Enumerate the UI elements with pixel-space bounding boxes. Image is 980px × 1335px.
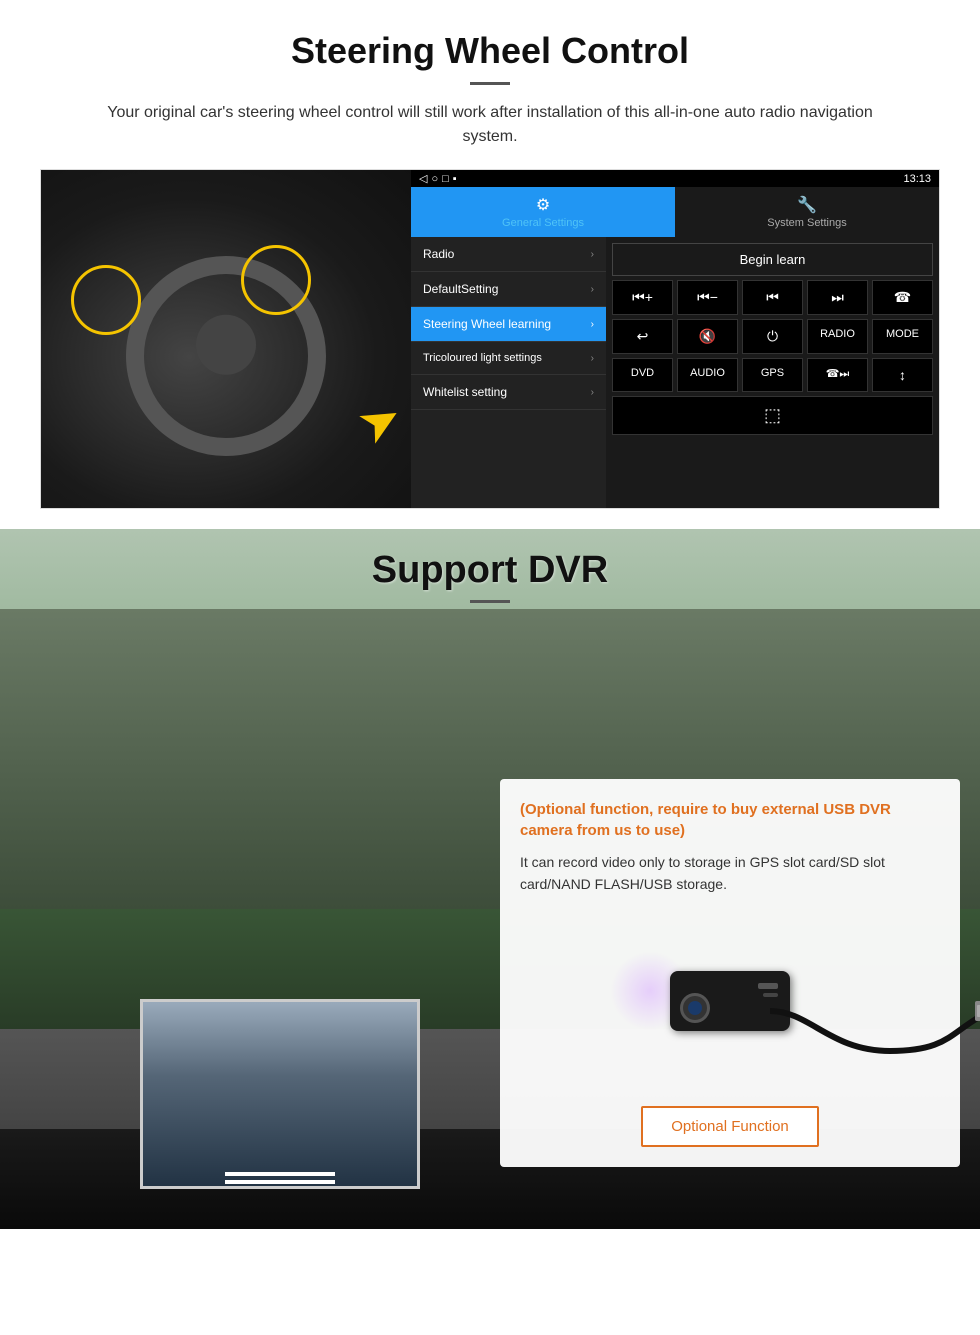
small-photo-inner xyxy=(143,1002,417,1186)
arrow-icon: › xyxy=(591,353,594,364)
menu-item-steering-learning[interactable]: Steering Wheel learning › xyxy=(411,307,606,342)
control-row-4: ⬚ xyxy=(612,396,933,435)
optional-function-container: Optional Function xyxy=(520,1106,940,1147)
control-row-3: DVD AUDIO GPS ☎⏭ ↕ xyxy=(612,358,933,392)
android-content: Radio › DefaultSetting › Steering Wheel … xyxy=(411,237,939,508)
gps-button[interactable]: GPS xyxy=(742,358,803,392)
mute-button[interactable]: 🔇 xyxy=(677,319,738,354)
back-icon: ◁ xyxy=(419,172,427,185)
camera-lens xyxy=(680,993,710,1023)
arrow-icon: › xyxy=(591,249,594,260)
dvr-background: Support DVR (Optional function, require … xyxy=(0,529,980,1229)
annotation-right xyxy=(241,245,311,315)
menu-item-defaultsetting[interactable]: DefaultSetting › xyxy=(411,272,606,307)
begin-learn-row: Begin learn xyxy=(612,243,933,276)
arrow-icon: › xyxy=(591,319,594,330)
menu-item-radio-label: Radio xyxy=(423,247,454,261)
next-button[interactable]: ⏭ xyxy=(807,280,868,315)
yellow-arrow-icon: ➤ xyxy=(347,385,411,456)
dvr-description: It can record video only to storage in G… xyxy=(520,851,940,896)
power-button[interactable]: ⏻ xyxy=(742,319,803,354)
dvr-optional-text: (Optional function, require to buy exter… xyxy=(520,799,940,841)
dvr-title-divider xyxy=(470,600,510,603)
steering-wheel-bg: ➤ xyxy=(41,170,411,509)
arrow-icon: › xyxy=(591,387,594,398)
dvr-camera-illustration xyxy=(520,911,940,1091)
back-button[interactable]: ↩ xyxy=(612,319,673,354)
road-stripe xyxy=(225,1172,335,1176)
title-divider xyxy=(470,82,510,85)
menu-list: Radio › DefaultSetting › Steering Wheel … xyxy=(411,237,606,508)
steering-section: Steering Wheel Control Your original car… xyxy=(0,0,980,529)
home-icon: ○ xyxy=(431,173,438,185)
phone-button[interactable]: ☎ xyxy=(872,280,933,315)
menu-item-tricoloured[interactable]: Tricoloured light settings › xyxy=(411,342,606,375)
menu-item-whitelist-label: Whitelist setting xyxy=(423,385,507,399)
dvr-title: Support DVR xyxy=(0,549,980,592)
control-row-1: ⏮+ ⏮− ⏮ ⏭ ☎ xyxy=(612,280,933,315)
menu-item-radio[interactable]: Radio › xyxy=(411,237,606,272)
arrow-icon: › xyxy=(591,284,594,295)
recents-icon: □ xyxy=(442,173,449,185)
camera-detail xyxy=(758,983,778,989)
extra-button[interactable]: ⬚ xyxy=(612,396,933,435)
control-row-2: ↩ 🔇 ⏻ RADIO MODE xyxy=(612,319,933,354)
begin-learn-button[interactable]: Begin learn xyxy=(612,243,933,276)
android-ui-panel: ◁ ○ □ ▪ 13:13 ⚙ General Settings 🔧 Syste… xyxy=(411,170,939,508)
camera-group xyxy=(670,971,790,1031)
road-stripe-2 xyxy=(225,1180,335,1184)
dvr-section: Support DVR (Optional function, require … xyxy=(0,529,980,1229)
steering-wheel-photo: ➤ xyxy=(41,170,411,509)
android-statusbar: ◁ ○ □ ▪ 13:13 xyxy=(411,170,939,187)
menu-item-tricoloured-label: Tricoloured light settings xyxy=(423,352,542,364)
button-panel: Begin learn ⏮+ ⏮− ⏮ ⏭ ☎ ↩ 🔇 ⏻ xyxy=(606,237,939,508)
vol-down-button[interactable]: ⏮− xyxy=(677,280,738,315)
wheel-hub xyxy=(196,315,256,375)
annotation-left xyxy=(71,265,141,335)
system-icon: 🔧 xyxy=(797,195,817,215)
tab-general-settings[interactable]: ⚙ General Settings xyxy=(411,187,675,237)
swap-button[interactable]: ↕ xyxy=(872,358,933,392)
page-title: Steering Wheel Control xyxy=(40,30,940,72)
gear-icon: ⚙ xyxy=(536,195,550,215)
radio-button[interactable]: RADIO xyxy=(807,319,868,354)
vol-up-button[interactable]: ⏮+ xyxy=(612,280,673,315)
phone-next-button[interactable]: ☎⏭ xyxy=(807,358,868,392)
dvr-title-overlay: Support DVR xyxy=(0,529,980,603)
mode-button[interactable]: MODE xyxy=(872,319,933,354)
tab-general-label: General Settings xyxy=(502,217,584,229)
tab-system-label: System Settings xyxy=(767,217,846,229)
dvr-small-photo xyxy=(140,999,420,1189)
camera-cable-svg xyxy=(770,991,980,1071)
menu-item-whitelist[interactable]: Whitelist setting › xyxy=(411,375,606,410)
android-tabs: ⚙ General Settings 🔧 System Settings xyxy=(411,187,939,237)
menu-item-default-label: DefaultSetting xyxy=(423,282,498,296)
statusbar-time: 13:13 xyxy=(903,173,931,185)
optional-function-button[interactable]: Optional Function xyxy=(641,1106,819,1147)
dvr-info-card: (Optional function, require to buy exter… xyxy=(500,779,960,1167)
prev-button[interactable]: ⏮ xyxy=(742,280,803,315)
menu-icon: ▪ xyxy=(453,173,457,185)
statusbar-nav-icons: ◁ ○ □ ▪ xyxy=(419,172,457,185)
tab-system-settings[interactable]: 🔧 System Settings xyxy=(675,187,939,237)
menu-item-steering-label: Steering Wheel learning xyxy=(423,317,551,331)
audio-button[interactable]: AUDIO xyxy=(677,358,738,392)
steering-composite: ➤ ◁ ○ □ ▪ 13:13 ⚙ General Settings xyxy=(40,169,940,509)
steering-description: Your original car's steering wheel contr… xyxy=(80,101,900,149)
dvd-button[interactable]: DVD xyxy=(612,358,673,392)
